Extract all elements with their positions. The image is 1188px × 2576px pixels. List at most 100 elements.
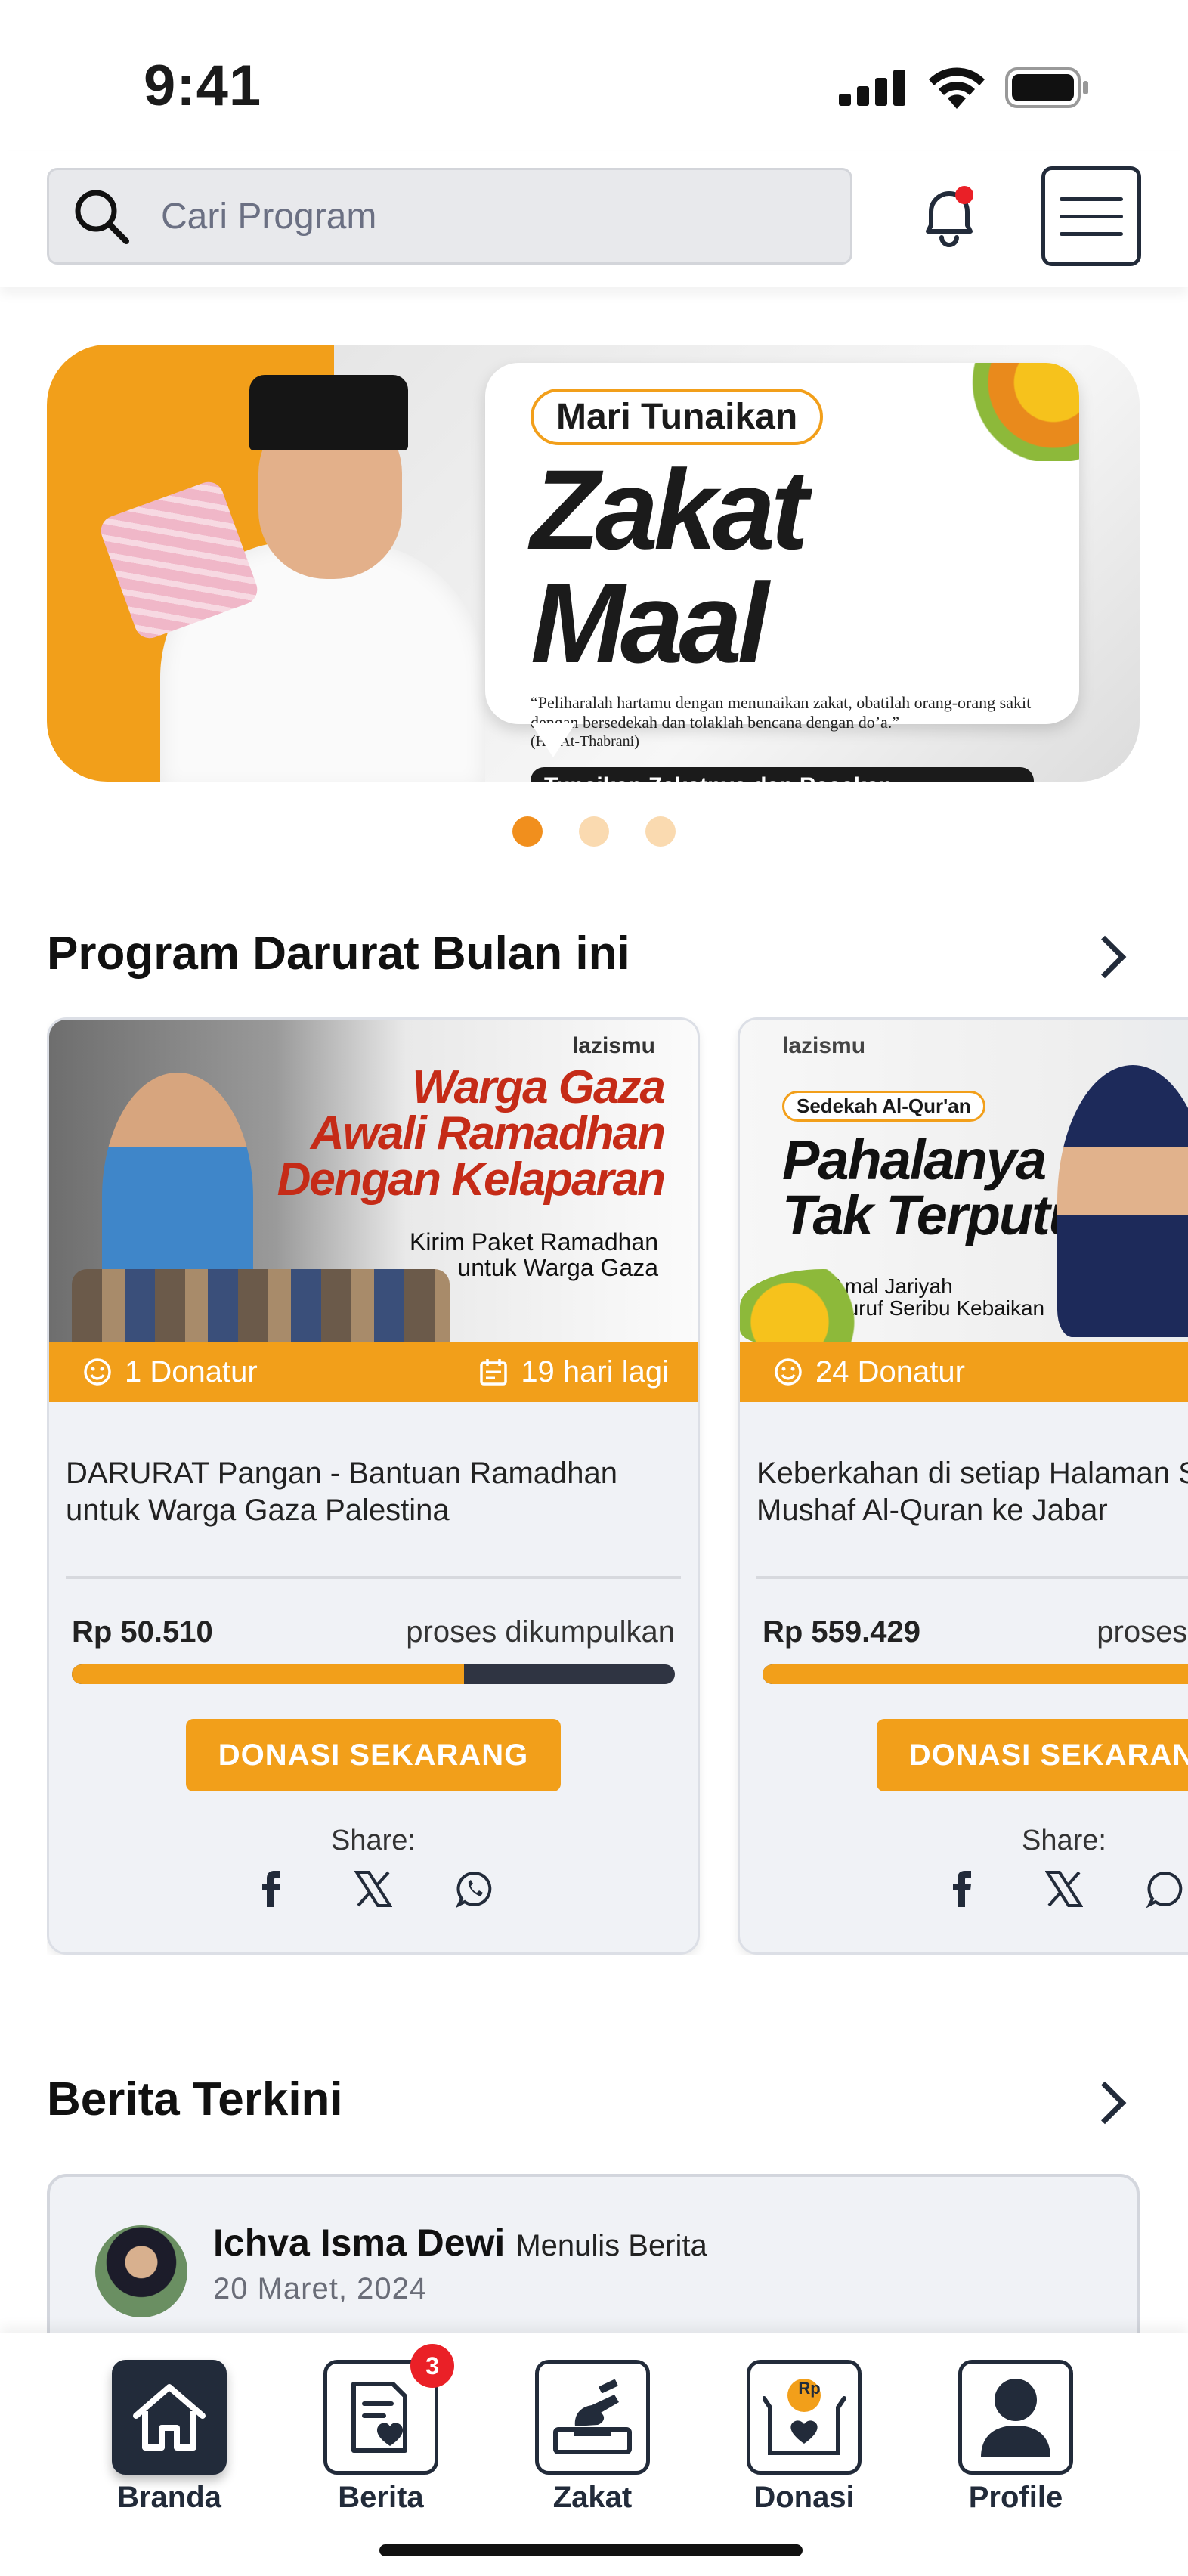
nav-branda[interactable]: Branda [94, 2360, 245, 2515]
bubble-tail [531, 723, 576, 757]
image-subtitle-line: Kirim Paket Ramadhan [409, 1228, 658, 1255]
amount-row: Rp 559.429 proses dikumpulkan [740, 1579, 1188, 1649]
image-headline: Warga Gaza Awali Ramadhan Dengan Kelapar… [277, 1064, 666, 1203]
collected-amount: Rp 559.429 [763, 1615, 921, 1649]
progress-bar [763, 1664, 1188, 1684]
menu-line [1060, 214, 1123, 218]
carousel-dot[interactable] [512, 816, 543, 847]
program-section-title: Program Darurat Bulan ini [47, 927, 630, 980]
image-tag: Sedekah Al-Qur'an [782, 1091, 985, 1122]
x-twitter-icon[interactable] [352, 1868, 394, 1910]
news-author: Ichva Isma Dewi Menulis Berita [213, 2221, 707, 2265]
image-subtitle: Kirim Paket Ramadhan untuk Warga Gaza [409, 1228, 658, 1281]
wifi-icon [929, 67, 985, 109]
banner-leaves-decoration [951, 363, 1079, 461]
donate-button[interactable]: DONASI SEKARANG [186, 1719, 561, 1791]
banner-title: Zakat Maal [531, 446, 809, 686]
donor-count: 1 Donatur [82, 1355, 258, 1389]
image-logo: lazismu [782, 1033, 866, 1058]
coin-label: Rp [798, 2379, 821, 2398]
banner-quote: “Peliharalah hartamu dengan menunaikan z… [531, 693, 1032, 732]
days-left: 19 hari lagi [478, 1355, 669, 1389]
program-card-image: lazismu Warga Gaza Awali Ramadhan Dengan… [49, 1020, 698, 1342]
search-bar[interactable] [47, 168, 852, 265]
share-icons [49, 1868, 698, 1910]
banner-quote-source: (HR At-Thabrani) [531, 732, 639, 750]
nav-icon-box: Rp [747, 2360, 862, 2475]
donor-count-text: 1 Donatur [125, 1355, 258, 1389]
status-icons [839, 65, 1090, 110]
nav-icon-box [112, 2360, 227, 2475]
nav-profile[interactable]: Profile [940, 2360, 1091, 2515]
program-card-image: lazismu Sedekah Al-Qur'an Pahalanya Tak … [740, 1020, 1188, 1342]
nav-label: Branda [117, 2481, 221, 2514]
status-bar: 9:41 [0, 0, 1188, 151]
banner-peci-cap [249, 375, 408, 450]
program-card[interactable]: lazismu Sedekah Al-Qur'an Pahalanya Tak … [738, 1017, 1188, 1955]
banner-cta: Tunaikan Zakatnya dan Rasakan Ketenangan… [531, 766, 1034, 782]
avatar [95, 2225, 187, 2317]
program-cards-carousel[interactable]: lazismu Warga Gaza Awali Ramadhan Dengan… [47, 1017, 1188, 1955]
banner-pill: Mari Tunaikan [531, 389, 824, 445]
collection-status: proses dikumpulkan [406, 1615, 675, 1649]
search-icon [75, 190, 129, 244]
nav-icon-box: 3 [323, 2344, 454, 2475]
menu-button[interactable] [1041, 166, 1141, 266]
news-date: 20 Maret, 2024 [213, 2272, 428, 2305]
image-crowd [72, 1269, 450, 1342]
carousel-dot[interactable] [645, 816, 676, 847]
amount-row: Rp 50.510 proses dikumpulkan [49, 1579, 698, 1649]
nav-berita[interactable]: 3 Berita [305, 2344, 456, 2515]
whatsapp-icon[interactable] [1144, 1868, 1186, 1910]
image-subtitle-line: untuk Warga Gaza [457, 1253, 658, 1281]
bell-icon [926, 186, 973, 247]
promo-banner[interactable]: Mari Tunaikan Zakat Maal “Peliharalah ha… [47, 345, 1140, 782]
program-card[interactable]: lazismu Warga Gaza Awali Ramadhan Dengan… [47, 1017, 700, 1955]
battery-icon [1005, 67, 1088, 108]
x-twitter-icon[interactable] [1043, 1868, 1085, 1910]
program-title[interactable]: DARURAT Pangan - Bantuan Ramadhan untuk … [49, 1402, 698, 1576]
user-icon [981, 2379, 1050, 2457]
program-info-bar: 24 Donatur [740, 1342, 1188, 1402]
banner-speech-bubble: Mari Tunaikan Zakat Maal “Peliharalah ha… [485, 363, 1079, 782]
menu-line [1060, 197, 1123, 201]
nav-label: Profile [968, 2481, 1063, 2514]
nav-zakat[interactable]: Zakat [517, 2360, 668, 2515]
news-author-name: Ichva Isma Dewi [213, 2221, 506, 2264]
share-label: Share: [1022, 1825, 1106, 1856]
bottom-navigation: Branda 3 Berita Zakat Rp Donasi Profile [0, 2333, 1188, 2576]
donor-count: 24 Donatur [773, 1355, 965, 1389]
top-header [0, 151, 1188, 287]
menu-line [1060, 231, 1123, 236]
share-icons [740, 1868, 1188, 1910]
donate-button[interactable]: DONASI SEKARANG [877, 1719, 1188, 1791]
news-author-action: Menulis Berita [515, 2229, 707, 2262]
news-see-all-chevron-icon[interactable] [1083, 2081, 1127, 2125]
share-label: Share: [331, 1825, 416, 1856]
nav-donasi[interactable]: Rp Donasi [729, 2360, 880, 2515]
progress-fill [72, 1664, 464, 1684]
home-icon [133, 2384, 206, 2451]
notification-button[interactable] [911, 178, 987, 254]
collected-amount: Rp 50.510 [72, 1615, 213, 1649]
search-input[interactable] [161, 195, 766, 237]
image-leaves [740, 1269, 906, 1342]
home-indicator [379, 2544, 803, 2556]
news-heart-icon [351, 2382, 407, 2453]
progress-fill [763, 1664, 1188, 1684]
facebook-icon[interactable] [942, 1868, 984, 1910]
calendar-icon [480, 1359, 508, 1386]
nav-label: Donasi [753, 2481, 855, 2514]
progress-bar [72, 1664, 675, 1684]
days-left-text: 19 hari lagi [521, 1355, 669, 1389]
facebook-icon[interactable] [251, 1868, 293, 1910]
carousel-dot[interactable] [579, 816, 609, 847]
program-see-all-chevron-icon[interactable] [1083, 935, 1127, 979]
status-time: 9:41 [144, 54, 262, 118]
carousel-dots [0, 816, 1188, 847]
signal-icon [839, 70, 905, 106]
notification-badge: 3 [410, 2344, 454, 2388]
whatsapp-icon[interactable] [453, 1868, 496, 1910]
program-title[interactable]: Keberkahan di setiap Halaman Sedekah Mus… [740, 1402, 1188, 1576]
image-headline-line: Awali Ramadhan [310, 1107, 666, 1160]
